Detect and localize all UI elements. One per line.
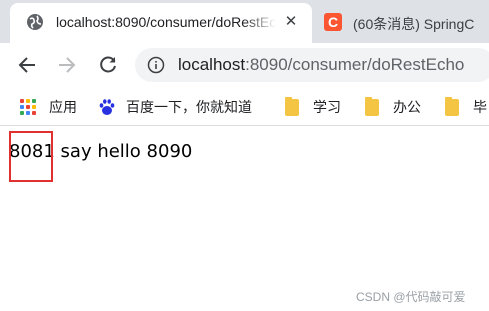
bookmarks-bar: 应用 百度一下，你就知道 学习 办公 毕 bbox=[0, 88, 489, 126]
globe-icon bbox=[26, 13, 44, 31]
apps-grid-icon bbox=[20, 98, 37, 116]
watermark: CSDN @代码敲可爱 bbox=[356, 290, 466, 304]
bookmark-label: 应用 bbox=[49, 99, 77, 115]
highlight-box bbox=[9, 131, 53, 182]
bookmark-folder-other[interactable]: 毕 bbox=[445, 96, 487, 117]
forward-arrow-icon[interactable] bbox=[55, 53, 79, 77]
tab-localhost[interactable]: localhost:8090/consumer/doRestEcho ✕ bbox=[10, 3, 312, 43]
toolbar: localhost:8090/consumer/doRestEcho bbox=[0, 43, 489, 88]
bookmark-baidu[interactable]: 百度一下，你就知道 bbox=[98, 97, 252, 117]
address-bar[interactable]: localhost:8090/consumer/doRestEcho bbox=[135, 48, 489, 82]
bookmark-folder-office[interactable]: 办公 bbox=[365, 96, 421, 117]
tab-strip: localhost:8090/consumer/doRestEcho ✕ C (… bbox=[0, 0, 489, 43]
page-content: 8081 say hello 8090 CSDN @代码敲可爱 bbox=[0, 127, 489, 311]
close-tab-icon[interactable]: ✕ bbox=[281, 12, 301, 32]
folder-icon bbox=[365, 96, 379, 116]
back-arrow-icon[interactable] bbox=[15, 53, 39, 77]
bookmark-label: 毕 bbox=[473, 99, 487, 115]
response-message: say hello 8090 bbox=[54, 141, 193, 162]
bookmark-label: 学习 bbox=[313, 99, 341, 115]
tab-title: (60条消息) SpringC bbox=[353, 16, 475, 32]
bookmark-label: 百度一下，你就知道 bbox=[126, 99, 252, 115]
folder-icon bbox=[445, 96, 459, 116]
info-icon[interactable] bbox=[147, 56, 165, 74]
bookmark-folder-study[interactable]: 学习 bbox=[285, 96, 341, 117]
csdn-favicon-icon: C bbox=[324, 13, 342, 31]
tab-title: localhost:8090/consumer/doRestEcho bbox=[56, 14, 276, 30]
reload-icon[interactable] bbox=[96, 53, 120, 77]
bookmark-apps[interactable]: 应用 bbox=[20, 97, 77, 117]
tab-springcloud[interactable]: C (60条消息) SpringC bbox=[320, 3, 489, 43]
url-text[interactable]: localhost:8090/consumer/doRestEcho bbox=[178, 55, 464, 75]
baidu-paw-icon bbox=[98, 98, 116, 116]
folder-icon bbox=[285, 96, 299, 116]
bookmark-label: 办公 bbox=[393, 99, 421, 115]
